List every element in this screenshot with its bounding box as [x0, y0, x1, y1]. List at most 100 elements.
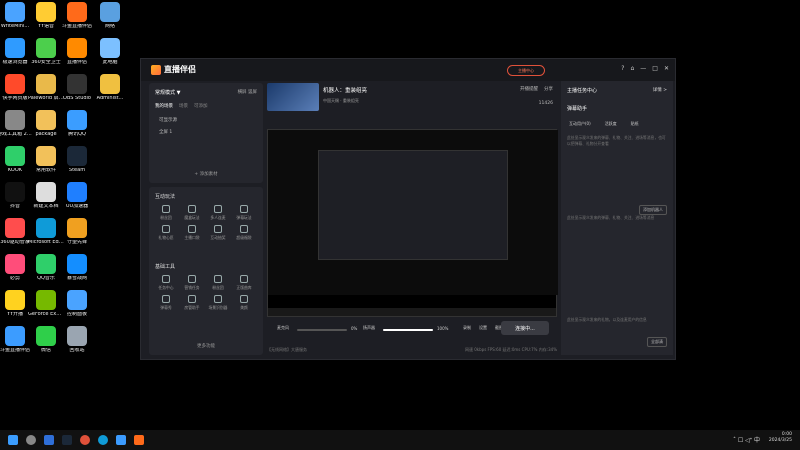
desktop-icon[interactable]: package	[29, 110, 63, 138]
desktop-icon[interactable]: 微信	[29, 326, 63, 354]
clock[interactable]: 0:00 2024/3/25	[769, 432, 792, 445]
tool-item[interactable]: 粉丝团	[205, 275, 231, 291]
desktop-icon[interactable]: Paleworld 启动助手	[28, 74, 64, 102]
tool-item[interactable]: 互动抽奖	[205, 225, 231, 241]
tool-label: 主播口袋	[184, 235, 200, 240]
tool-item[interactable]: 超级福袋	[231, 225, 257, 241]
desktop-icon[interactable]: YY语音	[29, 2, 63, 30]
browser-taskbar-icon[interactable]	[80, 435, 90, 445]
app-icon	[67, 218, 87, 238]
share-link[interactable]: 分享	[544, 86, 553, 92]
settings-button[interactable]: 设置	[479, 325, 487, 331]
tool-item[interactable]: 场景识别器	[205, 295, 231, 311]
tab-scenes[interactable]: 场景	[179, 103, 188, 109]
tool-item[interactable]: 弹幕秀	[153, 295, 179, 311]
speaker-volume-slider[interactable]	[383, 329, 433, 331]
home-icon[interactable]: ⌂	[630, 65, 634, 72]
desktop-icon[interactable]: 守望先锋	[60, 218, 94, 246]
desktop-icon[interactable]: 斗鱼直播伴侣	[60, 2, 94, 30]
tab-stickers[interactable]: 贴纸	[631, 121, 639, 127]
status-bar: 【无线网络】大唐服务 网速 0kbps FPS:60 延迟:0ms CPU:7%…	[267, 347, 557, 353]
go-live-button[interactable]: 连接中...	[501, 321, 549, 335]
app-icon	[67, 38, 87, 58]
app-icon	[67, 110, 87, 130]
live-companion-window: 直播伴侣 主播中心 ? ⌂ — □ ✕ 常规模式 ▼ 横屏 竖屏 我的场景 场景…	[140, 58, 676, 360]
help-icon[interactable]: ?	[621, 65, 624, 72]
tool-item[interactable]: 房管助手	[179, 295, 205, 311]
desktop-icon[interactable]: UU加速器	[60, 182, 94, 210]
speaker-label[interactable]: 扬声器	[363, 325, 375, 331]
live-companion-taskbar-icon[interactable]	[134, 435, 144, 445]
add-robot-button[interactable]: 添加机器人	[639, 205, 667, 215]
stream-title[interactable]: 机器人：重装组亮	[323, 86, 367, 94]
source-item[interactable]: 全屏 1	[159, 129, 172, 135]
desktop-icon[interactable]: 回收站	[60, 326, 94, 354]
desktop-icon[interactable]: 常用软件	[29, 146, 63, 174]
app-icon	[67, 2, 87, 22]
desktop-icon-label: 暴雪战网	[66, 276, 87, 281]
desktop-icon[interactable]: Microsoft Edge	[28, 218, 64, 246]
desktop-icon[interactable]: 网络	[93, 2, 127, 30]
desktop-icon[interactable]: 暴雪战网	[60, 254, 94, 282]
tool-item[interactable]: 礼物心愿	[153, 225, 179, 241]
app-icon	[5, 146, 25, 166]
tool-item[interactable]: 正版曲库	[231, 275, 257, 291]
close-button[interactable]: ✕	[664, 65, 669, 72]
steam-taskbar-icon[interactable]	[62, 435, 72, 445]
live-center-badge[interactable]: 主播中心	[507, 65, 545, 76]
stream-preview[interactable]	[267, 129, 558, 317]
mic-label[interactable]: 麦克风	[277, 325, 289, 331]
tool-item[interactable]: 美颜	[231, 295, 257, 311]
stream-cover[interactable]	[267, 83, 319, 111]
add-source-button[interactable]: + 添加素材	[149, 171, 263, 177]
desktop-icon[interactable]: 新建文本档	[29, 182, 63, 210]
tool-icon	[162, 295, 170, 303]
message-hint: 此处显示观众发来的弹幕、礼物、关注、进场等消息	[567, 215, 655, 220]
desktop-icon[interactable]: Administ...	[93, 74, 127, 102]
source-item[interactable]: 可显示源	[159, 117, 177, 123]
tool-item[interactable]: 粉丝团	[153, 205, 179, 221]
tool-item[interactable]: 多人连麦	[205, 205, 231, 221]
record-button[interactable]: 录制	[463, 325, 471, 331]
tool-label: 超级福袋	[236, 235, 252, 240]
app-taskbar-icon[interactable]	[44, 435, 54, 445]
tab-my-scenes[interactable]: 我的场景	[155, 103, 173, 109]
desktop-icon-label: 腾讯QQ	[68, 132, 86, 137]
tab-activity[interactable]: 活跃度	[605, 121, 617, 127]
edge-taskbar-icon[interactable]	[98, 435, 108, 445]
desktop-icon[interactable]: Steam	[60, 146, 94, 174]
tool-item[interactable]: 任务中心	[153, 275, 179, 291]
mode-select[interactable]: 常规模式 ▼	[155, 89, 180, 96]
app-icon	[100, 38, 120, 58]
desktop-icon[interactable]: 直播伴侣	[60, 38, 94, 66]
desktop-icon[interactable]: 360安全卫士	[29, 38, 63, 66]
minimize-button[interactable]: —	[640, 65, 646, 72]
live-reminder-link[interactable]: 开播提醒	[520, 86, 538, 92]
maximize-button[interactable]: □	[652, 65, 658, 72]
task-center-detail-link[interactable]: 详情 >	[653, 87, 667, 93]
basic-tools-title: 基础工具	[155, 264, 176, 270]
clear-all-button[interactable]: 全部清	[647, 337, 667, 347]
system-tray[interactable]: ˆ ☐ ◁ᐩ 中	[733, 435, 760, 444]
orientation-toggle[interactable]: 横屏 竖屏	[238, 89, 257, 95]
tool-item[interactable]: 魔盒玩法	[179, 205, 205, 221]
tool-item[interactable]: 弹幕玩法	[231, 205, 257, 221]
desktop-icon[interactable]: 腾讯QQ	[60, 110, 94, 138]
tool-item[interactable]: 营销任务	[179, 275, 205, 291]
tool-icon	[162, 205, 170, 213]
mic-volume-slider[interactable]	[297, 329, 347, 331]
app-icon	[5, 2, 25, 22]
desktop-icon[interactable]: QQ音乐	[29, 254, 63, 282]
start-icon[interactable]	[8, 435, 18, 445]
desktop-icon[interactable]: OBS Studio	[60, 74, 94, 102]
more-functions-link[interactable]: 更多功能	[149, 343, 263, 349]
desktop-icon[interactable]: GeForce Experience	[28, 290, 64, 318]
search-icon[interactable]	[26, 435, 36, 445]
tab-interactive-users[interactable]: 互动用户(0)	[569, 121, 591, 127]
tool-item[interactable]: 主播口袋	[179, 225, 205, 241]
tab-addable[interactable]: 可添加	[194, 103, 208, 109]
desktop-icon[interactable]: 此电脑	[93, 38, 127, 66]
speaker-volume: 100%	[437, 326, 449, 331]
desktop-icon[interactable]: 控制面板	[60, 290, 94, 318]
obs-taskbar-icon[interactable]	[116, 435, 126, 445]
